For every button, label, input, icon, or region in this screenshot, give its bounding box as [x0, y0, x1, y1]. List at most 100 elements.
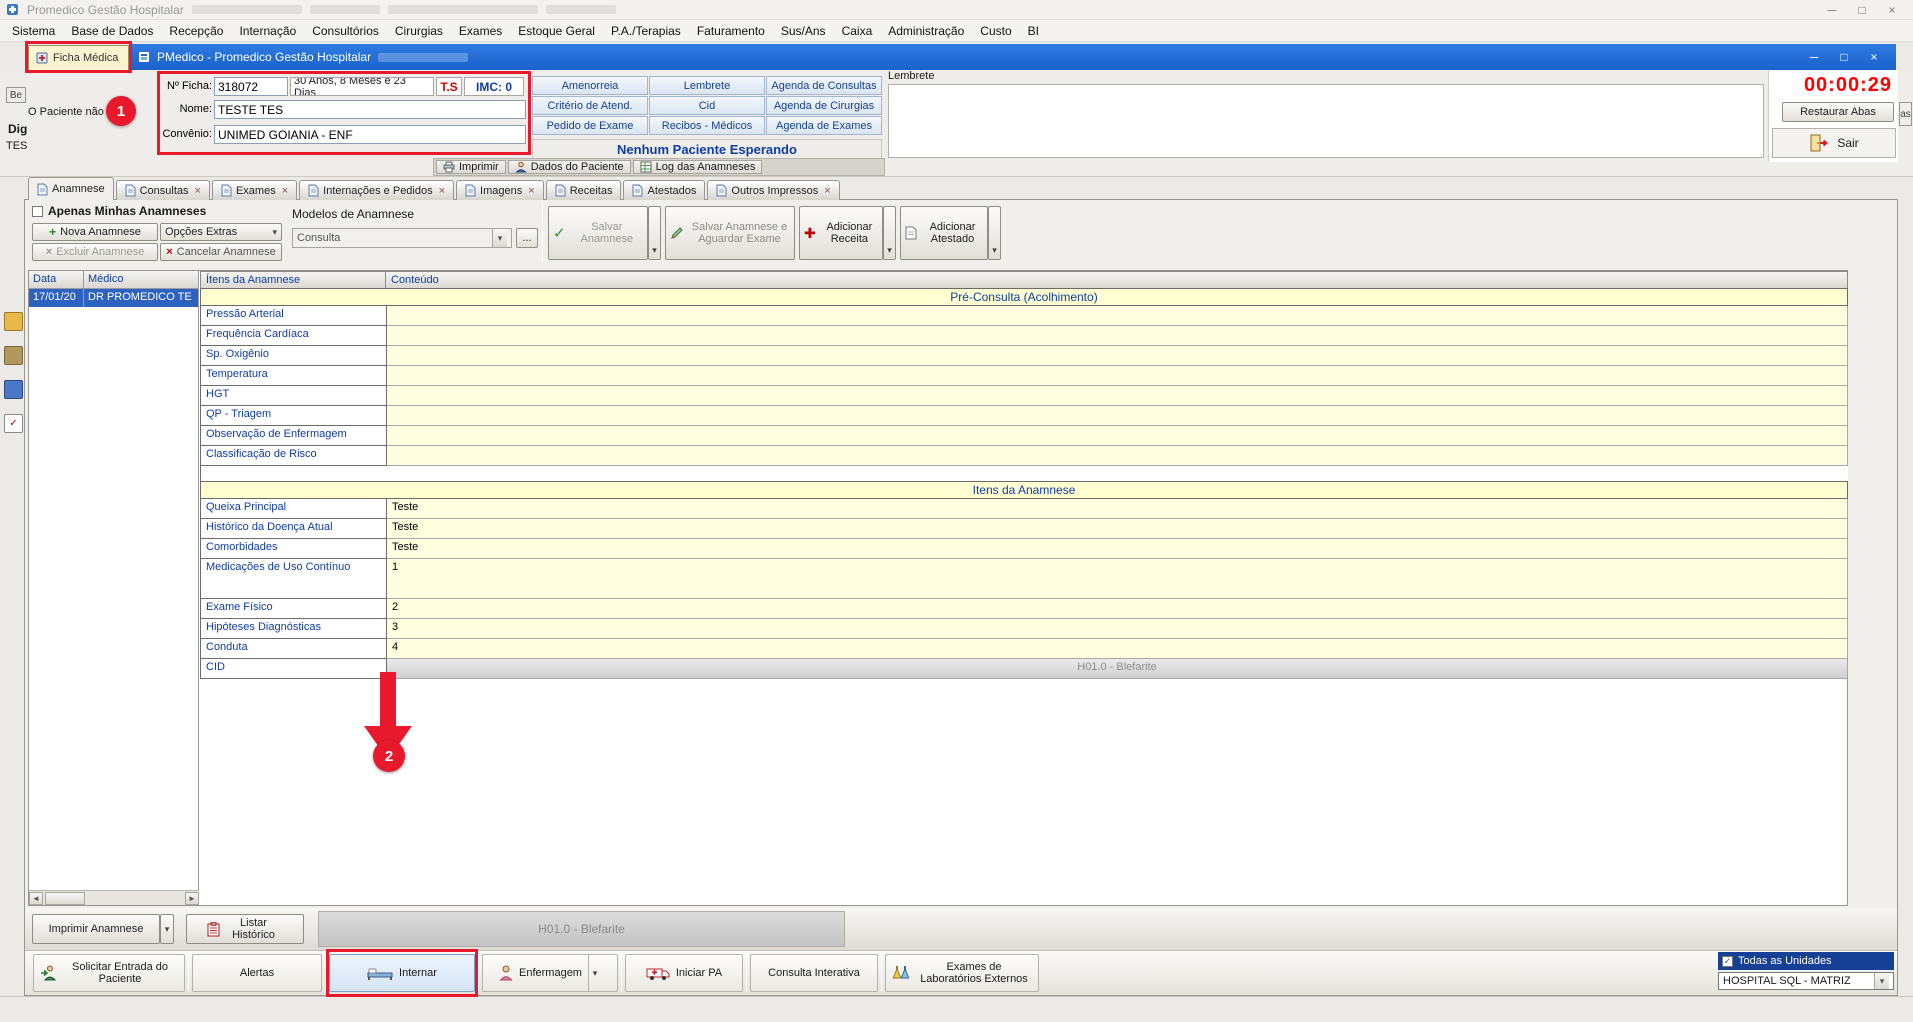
column-header-data[interactable]: Data — [29, 271, 84, 289]
close-icon[interactable]: × — [439, 186, 445, 196]
close-icon[interactable]: × — [1877, 0, 1907, 20]
scroll-right-icon[interactable]: ► — [185, 892, 199, 905]
modelo-anamnese-select[interactable]: Consulta ▾ — [292, 228, 512, 248]
nova-anamnese-button[interactable]: + Nova Anamnese — [32, 223, 158, 241]
excluir-anamnese-button[interactable]: × Excluir Anamnese — [32, 243, 158, 261]
nome-input[interactable] — [214, 100, 526, 119]
opcoes-extras-button[interactable]: Opções Extras ▾ — [160, 223, 282, 241]
row-value[interactable] — [387, 366, 1848, 386]
imprimir-anamnese-button[interactable]: Imprimir Anamnese — [32, 914, 160, 944]
scroll-left-icon[interactable]: ◄ — [29, 892, 43, 905]
left-rail-icon[interactable]: ✓ — [4, 414, 23, 433]
maximize-icon[interactable]: □ — [1830, 45, 1858, 69]
quick-button-pedido-de-exame[interactable]: Pedido de Exame — [532, 116, 648, 135]
tab-ficha-medica[interactable]: Ficha Médica — [28, 45, 129, 70]
imc-indicator[interactable]: IMC: 0 — [464, 77, 524, 96]
row-value[interactable] — [387, 406, 1848, 426]
menu-item-internacao[interactable]: Internação — [231, 20, 304, 42]
salvar-dropdown[interactable]: ▾ — [648, 206, 661, 260]
quick-button-agenda-de-cirurgias[interactable]: Agenda de Cirurgias — [766, 96, 882, 115]
column-header-itens[interactable]: Ítens da Anamnese — [200, 271, 386, 289]
row-value[interactable]: 1 — [387, 559, 1848, 599]
dados-do-paciente-button[interactable]: Dados do Paciente — [508, 160, 631, 174]
tab-receitas[interactable]: Receitas — [546, 180, 622, 200]
row-value[interactable] — [387, 426, 1848, 446]
maximize-icon[interactable]: □ — [1847, 0, 1877, 20]
adicionar-atestado-button[interactable]: Adicionar Atestado — [900, 206, 988, 260]
more-models-button[interactable]: ... — [516, 228, 538, 248]
listar-historico-button[interactable]: Listar Histórico — [186, 914, 304, 944]
row-value[interactable]: 4 — [387, 639, 1848, 659]
sair-button[interactable]: Sair — [1772, 128, 1896, 158]
row-value[interactable] — [387, 386, 1848, 406]
menu-item-exames[interactable]: Exames — [451, 20, 510, 42]
receita-dropdown[interactable]: ▾ — [883, 206, 896, 260]
menu-item-caixa[interactable]: Caixa — [834, 20, 881, 42]
bottom-button-enfermagem[interactable]: Enfermagem▾ — [482, 954, 618, 992]
row-value[interactable]: Teste — [387, 499, 1848, 519]
menu-item-administracao[interactable]: Administração — [880, 20, 972, 42]
blood-type-button[interactable]: T.S — [436, 77, 462, 96]
menu-item-estoque-geral[interactable]: Estoque Geral — [510, 20, 603, 42]
imprimir-button[interactable]: Imprimir — [436, 160, 506, 174]
menu-item-custo[interactable]: Custo — [972, 20, 1019, 42]
quick-button-recibos-medicos[interactable]: Recibos - Médicos — [649, 116, 765, 135]
row-value[interactable] — [387, 446, 1848, 466]
cancelar-anamnese-button[interactable]: × Cancelar Anamnese — [160, 243, 282, 261]
salvar-anamnese-button[interactable]: ✓ Salvar Anamnese — [548, 206, 648, 260]
adicionar-receita-button[interactable]: ✚ Adicionar Receita — [799, 206, 883, 260]
row-value[interactable] — [387, 306, 1848, 326]
quick-button-criterio-de-atend[interactable]: Critério de Atend. — [532, 96, 648, 115]
menu-item-base-de-dados[interactable]: Base de Dados — [63, 20, 161, 42]
menu-item-p-a-terapias[interactable]: P.A./Terapias — [603, 20, 689, 42]
close-icon[interactable]: × — [824, 186, 830, 196]
bottom-button-exames-de-laboratorios-externos[interactable]: Exames de Laboratórios Externos — [885, 954, 1039, 992]
menu-item-consultorios[interactable]: Consultórios — [304, 20, 387, 42]
row-value[interactable] — [387, 326, 1848, 346]
restaurar-abas-button[interactable]: Restaurar Abas — [1782, 102, 1894, 122]
todas-unidades-checkbox[interactable]: ✓ Todas as Unidades — [1718, 952, 1894, 970]
row-value[interactable]: Teste — [387, 539, 1848, 559]
bottom-button-solicitar-entrada-do-paciente[interactable]: Solicitar Entrada do Paciente — [33, 954, 185, 992]
tab-atestados[interactable]: Atestados — [623, 180, 705, 200]
tab-outros-impressos[interactable]: Outros Impressos× — [707, 180, 839, 200]
imprimir-anamnese-dropdown[interactable]: ▾ — [160, 914, 174, 944]
close-icon[interactable]: × — [528, 186, 534, 196]
row-value[interactable]: 3 — [387, 619, 1848, 639]
minimize-icon[interactable]: ─ — [1800, 45, 1828, 69]
hidden-tab-fragment[interactable]: Be — [6, 87, 26, 103]
close-icon[interactable]: × — [1860, 45, 1888, 69]
column-header-medico[interactable]: Médico — [84, 271, 198, 289]
column-header-conteudo[interactable]: Conteúdo — [386, 271, 1848, 289]
hidden-tab-fragment[interactable]: as — [1899, 102, 1912, 126]
menu-item-cirurgias[interactable]: Cirurgias — [387, 20, 451, 42]
menu-item-bi[interactable]: BI — [1020, 20, 1047, 42]
quick-button-cid[interactable]: Cid — [649, 96, 765, 115]
scroll-thumb[interactable] — [45, 892, 85, 905]
left-rail-icon[interactable] — [4, 312, 23, 331]
horizontal-scrollbar[interactable]: ◄ ► — [29, 890, 199, 905]
chevron-down-icon[interactable]: ▾ — [588, 955, 601, 991]
atestado-dropdown[interactable]: ▾ — [988, 206, 1001, 260]
menu-item-sus-ans[interactable]: Sus/Ans — [773, 20, 834, 42]
quick-button-agenda-de-consultas[interactable]: Agenda de Consultas — [766, 76, 882, 95]
tab-anamnese[interactable]: Anamnese — [28, 177, 114, 200]
close-icon[interactable]: × — [195, 186, 201, 196]
tab-consultas[interactable]: Consultas× — [116, 180, 210, 200]
quick-button-agenda-de-exames[interactable]: Agenda de Exames — [766, 116, 882, 135]
log-anamneses-button[interactable]: Log das Anamneses — [633, 160, 763, 174]
lembrete-memo[interactable] — [888, 84, 1764, 158]
quick-button-lembrete[interactable]: Lembrete — [649, 76, 765, 95]
tab-exames[interactable]: Exames× — [212, 180, 297, 200]
tab-internacoes-e-pedidos[interactable]: Internações e Pedidos× — [299, 180, 454, 200]
row-value[interactable]: 2 — [387, 599, 1848, 619]
menu-item-sistema[interactable]: Sistema — [4, 20, 63, 42]
unidade-select[interactable]: HOSPITAL SQL - MATRIZ ▾ — [1718, 972, 1894, 990]
convenio-input[interactable] — [214, 125, 526, 144]
salvar-aguardar-exame-button[interactable]: Salvar Anamnese e Aguardar Exame — [665, 206, 795, 260]
bottom-button-alertas[interactable]: Alertas — [192, 954, 322, 992]
tab-imagens[interactable]: Imagens× — [456, 180, 544, 200]
minimize-icon[interactable]: ─ — [1817, 0, 1847, 20]
row-value[interactable]: Teste — [387, 519, 1848, 539]
left-rail-icon[interactable] — [4, 346, 23, 365]
